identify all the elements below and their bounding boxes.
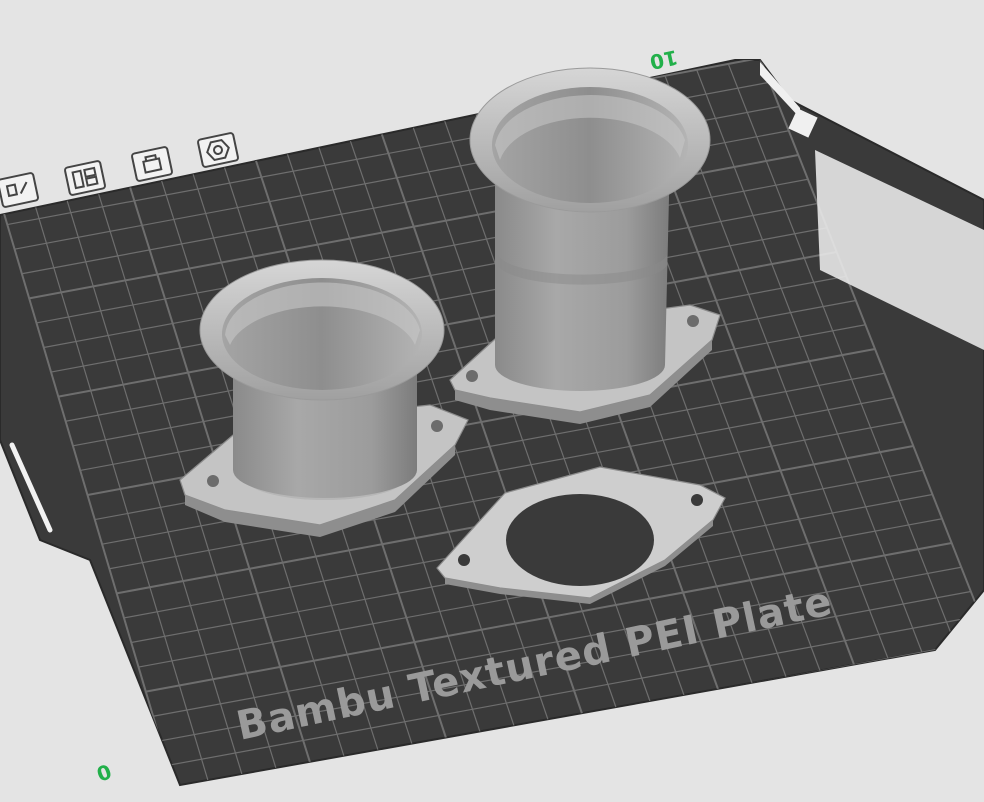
3d-viewport[interactable]: Bambu Textured PEI Plate 0 10 (0, 0, 984, 802)
arrange-button[interactable] (0, 172, 39, 208)
axis-origin-label: 0 (94, 759, 115, 786)
axis-x-label: 10 (648, 45, 680, 74)
lock-button[interactable] (131, 146, 173, 182)
settings-button[interactable] (197, 132, 239, 168)
layout-button[interactable] (64, 160, 106, 196)
